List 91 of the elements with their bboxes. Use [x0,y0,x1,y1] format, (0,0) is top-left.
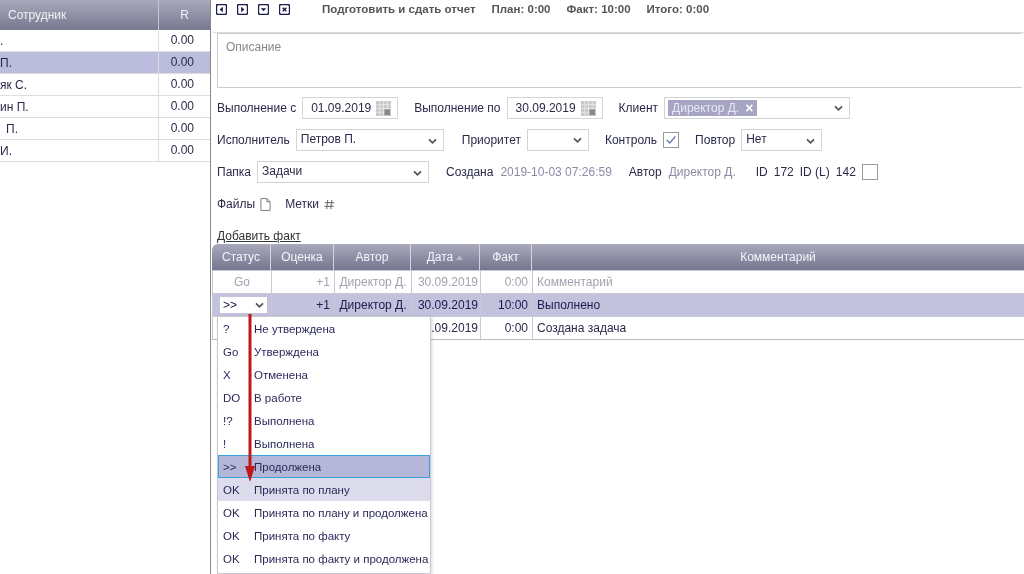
field-label: Контроль [604,133,658,147]
field-label: Клиент [618,101,659,115]
created-value: 2019-10-03 07:26:59 [500,165,612,179]
employee-row[interactable]: П. 0.00 [0,118,210,140]
rating-value: 0.00 [158,118,210,139]
fact-row[interactable]: >> +1 Директор Д. 30.09.2019 10:00 Выполнено [212,293,1024,316]
next-icon[interactable] [237,3,248,15]
status-option[interactable]: OK Принята по плану [218,478,430,501]
date-field[interactable]: 01.09.2019 [302,97,399,119]
table-cell: +1 [316,298,330,312]
employee-name: . [0,33,5,48]
employee-row[interactable]: И. 0.00 [0,140,210,162]
employee-name: П. [5,121,19,136]
table-cell: 10:00 [497,298,528,312]
status-option[interactable]: ! Выполнена [218,432,430,455]
rating-value: 0.00 [158,52,210,73]
status-option[interactable]: OK Принята по факту и продолжена [218,547,430,570]
field-label: Выполнение с [217,101,297,115]
control-checkbox[interactable] [663,132,680,148]
status-option[interactable]: OK Принята по факту [218,524,430,547]
author-value: Директор Д. [668,165,736,179]
field-label: Автор [628,165,662,179]
client-tag: Директор Д. × [668,100,758,116]
id-value: 172 [773,165,794,179]
calendar-icon[interactable] [580,100,596,116]
rating-value: 0.00 [158,140,210,161]
plan-total: План: 0:00 [491,3,551,15]
chevron-down-icon[interactable] [413,169,422,177]
id-value: 142 [835,165,856,179]
table-cell: 30.09.2019 [417,298,478,312]
field-label: Приоритет [461,133,521,147]
status-option[interactable]: X Отменена [218,363,430,386]
chevron-down-icon[interactable] [427,137,437,145]
table-cell: 30.09.2019 [417,275,478,289]
rating-value: 0.00 [158,96,210,117]
employee-name: як С. [0,77,29,92]
field-label: Выполнение по [414,101,501,115]
employee-name: ин П. [0,99,30,114]
rating-value: 0.00 [158,74,210,95]
field-label: Папка [217,165,251,179]
date-field[interactable]: 30.09.2019 [506,97,603,119]
collapse-icon[interactable] [258,3,269,15]
table-cell: Комментарий [537,275,613,289]
checkbox[interactable] [861,164,878,180]
employee-row[interactable]: ин П. 0.00 [0,96,210,118]
status-option[interactable]: ? Не утверждена [218,317,430,340]
table-cell: 0:00 [504,321,528,335]
chevron-down-icon[interactable] [806,137,816,145]
previous-icon[interactable] [216,3,227,15]
fact-total: Факт: 10:00 [566,3,631,15]
field-label: Исполнитель [217,133,290,147]
rating-value: 0.00 [158,30,210,51]
table-cell: Директор Д. [339,275,407,289]
status-option[interactable]: DO В работе [218,386,430,409]
repeat-select[interactable]: Нет [741,129,823,151]
folder-select[interactable]: Задачи [257,161,429,183]
executor-select[interactable]: Петров П. [295,129,444,151]
status-option[interactable]: >> Продолжена [218,455,430,478]
chevron-down-icon[interactable] [255,301,264,309]
table-cell: Выполнено [537,298,601,312]
employee-name: И. [0,143,13,158]
document-icon[interactable] [260,197,272,211]
field-label: ID (L) [799,165,830,179]
table-cell: .09.2019 [431,321,478,335]
status-option[interactable]: OK Принята по плану и продолжена [218,501,430,524]
status-option[interactable]: Go Утверждена [218,340,430,363]
chevron-down-icon[interactable] [834,104,844,112]
field-label: Повтор [695,133,736,147]
table-cell: 0:00 [504,275,528,289]
task-title: Подготовить и сдать отчет [322,3,476,15]
status-select[interactable]: >> [220,297,267,313]
table-cell: Директор Д. [339,298,407,312]
calendar-icon[interactable] [376,100,392,116]
checkmark-icon [665,134,678,146]
field-label: Файлы [217,197,256,211]
employee-row[interactable]: П. 0.00 [0,52,210,74]
field-label: Метки [285,197,319,211]
grand-total: Итого: 0:00 [646,3,710,15]
description-field[interactable]: Описание [217,33,1022,88]
chevron-down-icon[interactable] [572,136,582,144]
table-cell: Go [234,275,250,289]
table-cell: Создана задача [537,321,627,335]
status-option[interactable]: !? Выполнена [218,409,430,432]
employee-name: П. [0,55,13,70]
table-cell: +1 [316,275,330,289]
employee-row[interactable]: як С. 0.00 [0,74,210,96]
close-icon[interactable] [279,3,290,15]
field-label: ID [755,165,768,179]
hash-icon[interactable] [324,198,335,210]
field-label: Создана [446,165,494,179]
add-fact-link[interactable]: Добавить факт [217,229,301,243]
